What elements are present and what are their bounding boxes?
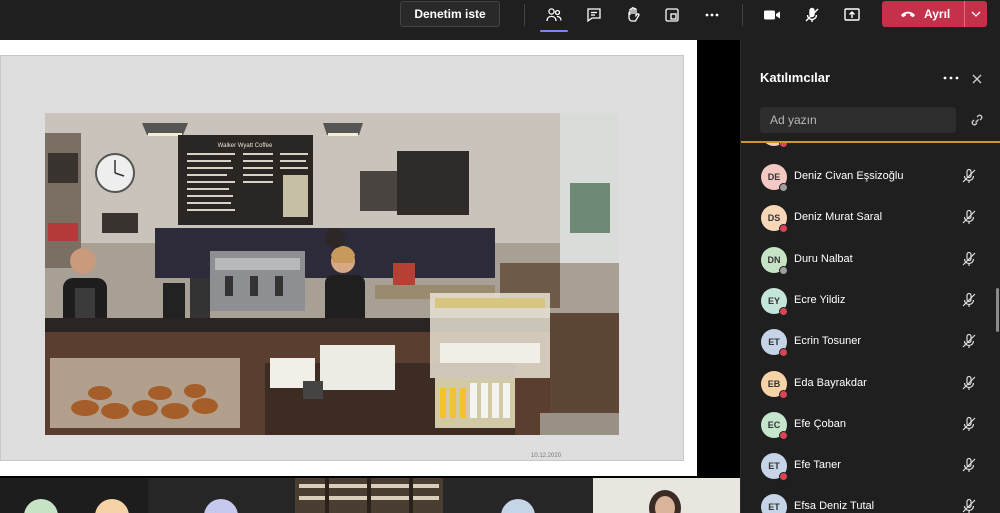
participant-name: Efe Çoban	[794, 417, 846, 430]
camera-button[interactable]	[750, 0, 794, 30]
participant-row[interactable]: ET Ecrin Tosuner	[741, 322, 995, 362]
participant-video	[593, 478, 740, 513]
participant-row[interactable]: DS Deniz Murat Saral	[741, 198, 995, 238]
video-tile[interactable]	[148, 478, 295, 513]
menu-board-title: Walker Wyatt Coffee	[218, 143, 273, 149]
breakout-rooms-button[interactable]	[650, 0, 694, 30]
raise-hand-button[interactable]	[611, 0, 655, 30]
mic-muted-icon	[805, 7, 819, 22]
mic-muted-icon[interactable]	[961, 168, 977, 184]
camera-icon	[764, 10, 780, 20]
participant-list-scrollbar[interactable]	[996, 288, 999, 332]
more-options-icon	[943, 76, 959, 80]
status-badge	[779, 224, 788, 234]
participant-name: Deniz Murat Saral	[794, 211, 883, 224]
status-badge	[779, 430, 788, 440]
mic-muted-icon[interactable]	[961, 251, 977, 267]
participant-row[interactable]: EB Eda Bayrakdar	[741, 364, 995, 404]
cafe-illustration: Walker Wyatt Coffee	[45, 113, 619, 435]
share-screen-icon	[844, 8, 860, 21]
meeting-toolbar: Denetim iste Ayrıl	[0, 0, 1000, 40]
avatar	[204, 499, 238, 513]
participant-video	[295, 478, 443, 513]
more-options-button[interactable]	[690, 0, 734, 30]
status-badge	[779, 348, 788, 358]
participant-name: Efe Taner	[794, 459, 841, 472]
chat-button[interactable]	[572, 0, 616, 30]
cafe-photo: Walker Wyatt Coffee	[45, 113, 619, 435]
breakout-rooms-icon	[665, 8, 679, 22]
participant-list: DE Deniz Civan Eşsizoğlu DS Deniz Murat Sar…	[741, 143, 995, 513]
participant-row[interactable]: DE Deniz Civan Eşsizoğlu	[741, 157, 995, 197]
slide-frame: Walker Wyatt Coffee 10.12.2020	[0, 55, 684, 461]
participants-button[interactable]	[532, 0, 576, 32]
leave-label: Ayrıl	[924, 7, 951, 21]
mic-muted-icon[interactable]	[961, 375, 977, 391]
participants-icon	[546, 8, 562, 22]
video-tile[interactable]	[593, 478, 740, 513]
slide-date: 10.12.2020	[531, 453, 562, 459]
leave-main[interactable]: Ayrıl	[882, 1, 964, 27]
participant-name: Ecre Yildiz	[794, 293, 846, 306]
participant-row[interactable]: ET Efsa Deniz Tutal	[741, 487, 995, 513]
mic-muted-icon[interactable]	[961, 416, 977, 432]
participant-row[interactable]: EY Ecre Yildiz	[741, 281, 995, 321]
avatar	[95, 499, 129, 513]
chevron-down-icon	[971, 11, 981, 17]
mic-muted-icon[interactable]	[961, 498, 977, 513]
share-invite-icon[interactable]	[968, 111, 986, 129]
mic-button[interactable]	[790, 0, 834, 30]
status-badge	[779, 265, 788, 275]
status-badge	[779, 306, 788, 316]
participant-name: Ecrin Tosuner	[794, 335, 862, 348]
chat-icon	[587, 8, 601, 23]
video-tile[interactable]	[295, 478, 443, 513]
share-screen-button[interactable]	[830, 0, 874, 30]
participants-panel: Katılımcılar DEDeniz Civan EşsizoğluDSDe…	[740, 40, 1000, 513]
mic-muted-icon[interactable]	[961, 209, 977, 225]
participant-name: Duru Nalbat	[794, 252, 853, 265]
raise-hand-icon	[628, 7, 640, 22]
video-tile[interactable]	[443, 478, 593, 513]
participant-row-partial[interactable]	[741, 143, 995, 153]
avatar	[24, 499, 58, 513]
more-options-icon	[705, 13, 719, 17]
take-control-button[interactable]: Denetim iste	[400, 1, 500, 27]
panel-close-button[interactable]	[969, 71, 985, 87]
mic-muted-icon[interactable]	[961, 333, 977, 349]
panel-title: Katılımcılar	[760, 70, 831, 85]
participant-row[interactable]: DN Duru Nalbat	[741, 240, 995, 280]
presentation-slide: Walker Wyatt Coffee 10.12.2020	[0, 40, 697, 476]
mic-muted-icon[interactable]	[961, 292, 977, 308]
participant-name: Deniz Civan Eşsizoğlu	[794, 170, 904, 182]
close-icon	[972, 74, 982, 84]
leave-options-button[interactable]	[965, 1, 987, 27]
participant-row[interactable]: ET Efe Taner	[741, 446, 995, 486]
video-strip	[0, 478, 740, 513]
participant-search-input[interactable]	[760, 107, 956, 133]
participant-row[interactable]: EC Efe Çoban	[741, 405, 995, 445]
status-badge	[779, 389, 788, 399]
avatar	[501, 499, 535, 513]
toolbar-separator	[742, 4, 743, 26]
participant-name: Efsa Deniz Tutal	[794, 500, 875, 513]
video-tile[interactable]	[0, 478, 148, 513]
status-badge	[779, 472, 788, 482]
mic-muted-icon[interactable]	[961, 457, 977, 473]
panel-more-button[interactable]	[941, 70, 961, 86]
avatar: ET	[761, 494, 787, 513]
status-badge	[779, 183, 788, 192]
participant-name: Eda Bayrakdar	[794, 376, 867, 389]
leave-button[interactable]: Ayrıl	[882, 1, 987, 27]
toolbar-separator	[524, 4, 525, 26]
hang-up-icon	[901, 11, 915, 18]
status-badge	[779, 143, 788, 148]
shared-content: Walker Wyatt Coffee 10.12.2020	[0, 40, 740, 478]
